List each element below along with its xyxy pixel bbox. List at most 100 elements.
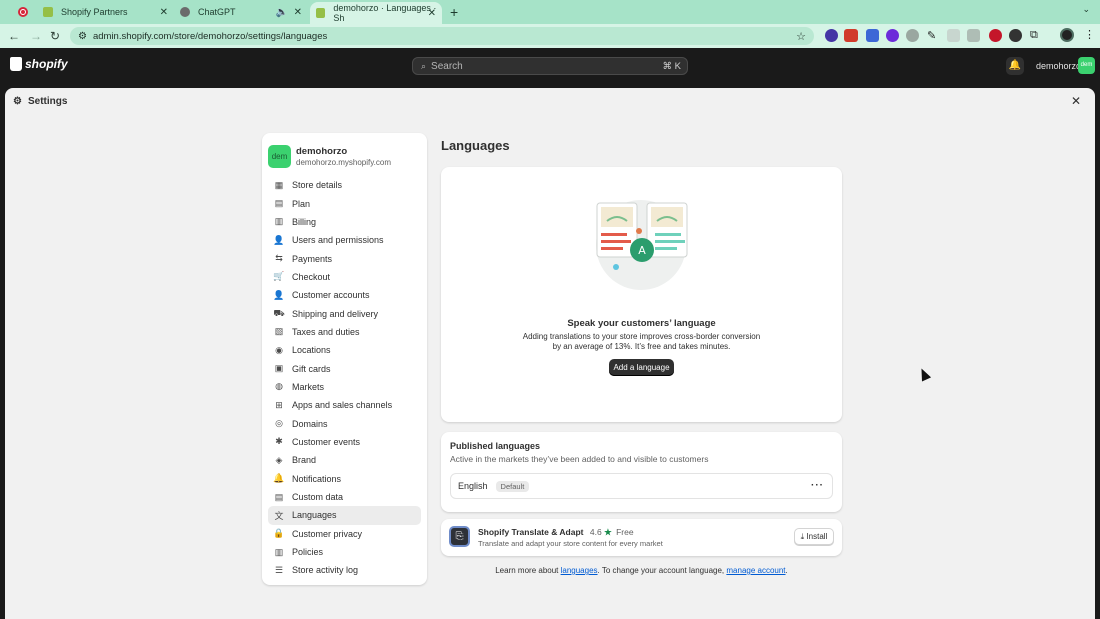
extension-icon[interactable] xyxy=(1009,29,1022,42)
shopify-logo[interactable]: shopify xyxy=(10,57,68,71)
sidebar-item[interactable]: 🛒 Checkout xyxy=(268,268,421,286)
sidebar-item-label: Shipping and delivery xyxy=(292,308,379,319)
sidebar-item[interactable]: ⊞ Apps and sales channels xyxy=(268,396,421,414)
sidebar-item[interactable]: ◈ Brand xyxy=(268,451,421,469)
sidebar-item[interactable]: ▣ Gift cards xyxy=(268,359,421,377)
globe-icon: ◍ xyxy=(275,381,283,392)
close-icon[interactable]: ✕ xyxy=(428,8,436,19)
new-tab-icon[interactable]: + xyxy=(450,4,458,20)
sidebar-item[interactable]: ▤ Plan xyxy=(268,194,421,212)
sidebar-item-label: Locations xyxy=(292,345,331,356)
browser-tab-bar: Shopify Partners ✕ ChatGPT 🔈 ✕ demohorzo… xyxy=(0,0,1100,24)
url-text: admin.shopify.com/store/demohorzo/settin… xyxy=(92,30,328,42)
policy-icon: ▥ xyxy=(274,546,284,557)
extension-icon[interactable] xyxy=(906,29,919,42)
sidebar-item[interactable]: ▧ Taxes and duties xyxy=(268,323,421,341)
sidebar-item-label: Markets xyxy=(292,381,325,392)
store-identity[interactable]: dem demohorzo demohorzo.myshopify.com xyxy=(268,139,421,173)
shopify-topbar: shopify ⌕ Search ⌘ K 🔔 demohorzo dem xyxy=(0,48,1100,82)
extension-icon[interactable] xyxy=(825,29,838,42)
pen-icon[interactable]: ✎ xyxy=(927,29,940,42)
search-input[interactable]: ⌕ Search ⌘ K xyxy=(412,57,688,75)
reload-icon[interactable]: ↻ xyxy=(50,29,60,43)
language-name: English xyxy=(458,481,488,491)
shopify-favicon-icon xyxy=(43,7,53,17)
forward-icon[interactable]: → xyxy=(30,29,42,43)
record-icon[interactable] xyxy=(18,7,28,17)
footnote-middle: . To change your account language, xyxy=(597,566,727,575)
settings-nav: ▦ Store details ▤ Plan ▥ Billing 👤 Users and pe… xyxy=(268,176,421,580)
install-button[interactable]: ⤓ Install xyxy=(794,528,834,545)
sidebar-item[interactable]: ⛟ Shipping and delivery xyxy=(268,304,421,322)
store-domain: demohorzo.myshopify.com xyxy=(296,157,391,167)
extension-icon[interactable] xyxy=(967,29,980,42)
sidebar-item[interactable]: ▥ Billing xyxy=(268,213,421,231)
site-settings-icon[interactable]: ⚙ xyxy=(78,31,87,42)
profile-avatar[interactable] xyxy=(1060,28,1074,42)
extension-icon[interactable] xyxy=(844,29,858,42)
translate-app-card: ⎘ Shopify Translate & Adapt 4.6 ★ Free T… xyxy=(441,519,842,556)
browser-tab-shopify-partners[interactable]: Shopify Partners ✕ xyxy=(40,2,168,22)
address-bar[interactable]: ⚙ admin.shopify.com/store/demohorzo/sett… xyxy=(70,27,814,45)
puzzle-icon[interactable]: ⧉ xyxy=(1030,29,1043,42)
extension-icon[interactable] xyxy=(866,29,879,42)
sidebar-item[interactable]: ☰ Store activity log xyxy=(268,561,421,579)
sidebar-item-label: Apps and sales channels xyxy=(292,400,393,411)
sidebar-item-label: Customer privacy xyxy=(292,528,363,539)
hero-heading: Speak your customers’ language xyxy=(567,318,716,329)
browser-toolbar: ← → ↻ ⚙ admin.shopify.com/store/demohorz… xyxy=(0,24,1100,48)
sidebar-item-label: Store details xyxy=(292,180,343,191)
sidebar-item[interactable]: 👤 Customer accounts xyxy=(268,286,421,304)
sidebar-item[interactable]: ▥ Policies xyxy=(268,543,421,561)
sidebar-item[interactable]: ◎ Domains xyxy=(268,414,421,432)
languages-link[interactable]: languages xyxy=(561,566,598,575)
footnote-suffix: . xyxy=(785,566,788,575)
extension-icon[interactable] xyxy=(989,29,1002,42)
person-icon: 👤 xyxy=(273,289,285,300)
browser-tab-languages[interactable]: demohorzo · Languages · Sh ✕ xyxy=(310,2,442,24)
sidebar-item[interactable]: 文 Languages xyxy=(268,506,421,525)
plan-icon: ▤ xyxy=(274,198,284,209)
extension-icon[interactable] xyxy=(886,29,899,42)
sidebar-item[interactable]: ✱ Customer events xyxy=(268,433,421,451)
footnote: Learn more about languages. To change yo… xyxy=(441,566,842,575)
sidebar-item[interactable]: ⇆ Payments xyxy=(268,249,421,267)
footnote-prefix: Learn more about xyxy=(495,566,561,575)
notifications-bell-icon[interactable]: 🔔 xyxy=(1006,57,1024,75)
settings-sidebar: dem demohorzo demohorzo.myshopify.com ▦ S… xyxy=(262,133,427,585)
store-avatar[interactable]: dem xyxy=(1078,57,1095,74)
settings-modal: ⚙ Settings ✕ dem demohorzo demohorzo.mys… xyxy=(5,88,1095,619)
star-icon[interactable]: ☆ xyxy=(796,30,806,43)
manage-account-link[interactable]: manage account xyxy=(726,566,785,575)
chatgpt-favicon-icon xyxy=(180,7,190,17)
add-language-button[interactable]: Add a language xyxy=(609,359,674,376)
tax-icon: ▧ xyxy=(274,326,284,337)
lock-icon: 🔒 xyxy=(273,528,285,539)
close-icon[interactable]: ✕ xyxy=(1071,94,1081,108)
brand-icon: ◈ xyxy=(275,454,283,465)
cart-icon: 🛒 xyxy=(273,271,285,282)
back-icon[interactable]: ← xyxy=(8,29,20,43)
chevron-down-icon[interactable]: ⌄ xyxy=(1082,4,1090,15)
sidebar-item[interactable]: 🔔 Notifications xyxy=(268,470,421,488)
translate-app-icon: ⎘ xyxy=(449,526,470,547)
sidebar-item[interactable]: ▦ Store details xyxy=(268,176,421,194)
sidebar-item[interactable]: 👤 Users and permissions xyxy=(268,231,421,249)
close-icon[interactable]: ✕ xyxy=(160,7,168,18)
browser-tab-chatgpt[interactable]: ChatGPT 🔈 ✕ xyxy=(178,2,302,22)
sidebar-item-label: Store activity log xyxy=(292,565,359,576)
log-icon: ☰ xyxy=(274,564,284,575)
store-menu-name[interactable]: demohorzo xyxy=(1036,61,1081,71)
sidebar-item[interactable]: ▤ Custom data xyxy=(268,488,421,506)
more-actions-icon[interactable]: ··· xyxy=(811,480,824,491)
browser-menu-icon[interactable]: ⋮ xyxy=(1084,28,1095,41)
language-row[interactable]: English Default ··· xyxy=(450,473,833,499)
close-icon[interactable]: ✕ xyxy=(294,7,302,18)
sidebar-item[interactable]: ◍ Markets xyxy=(268,378,421,396)
speaker-icon[interactable]: 🔈 xyxy=(276,7,288,18)
sidebar-item[interactable]: 🔒 Customer privacy xyxy=(268,525,421,543)
payments-icon: ⇆ xyxy=(275,253,283,264)
data-icon: ▤ xyxy=(274,491,284,502)
extension-icon[interactable] xyxy=(947,29,960,42)
sidebar-item[interactable]: ◉ Locations xyxy=(268,341,421,359)
